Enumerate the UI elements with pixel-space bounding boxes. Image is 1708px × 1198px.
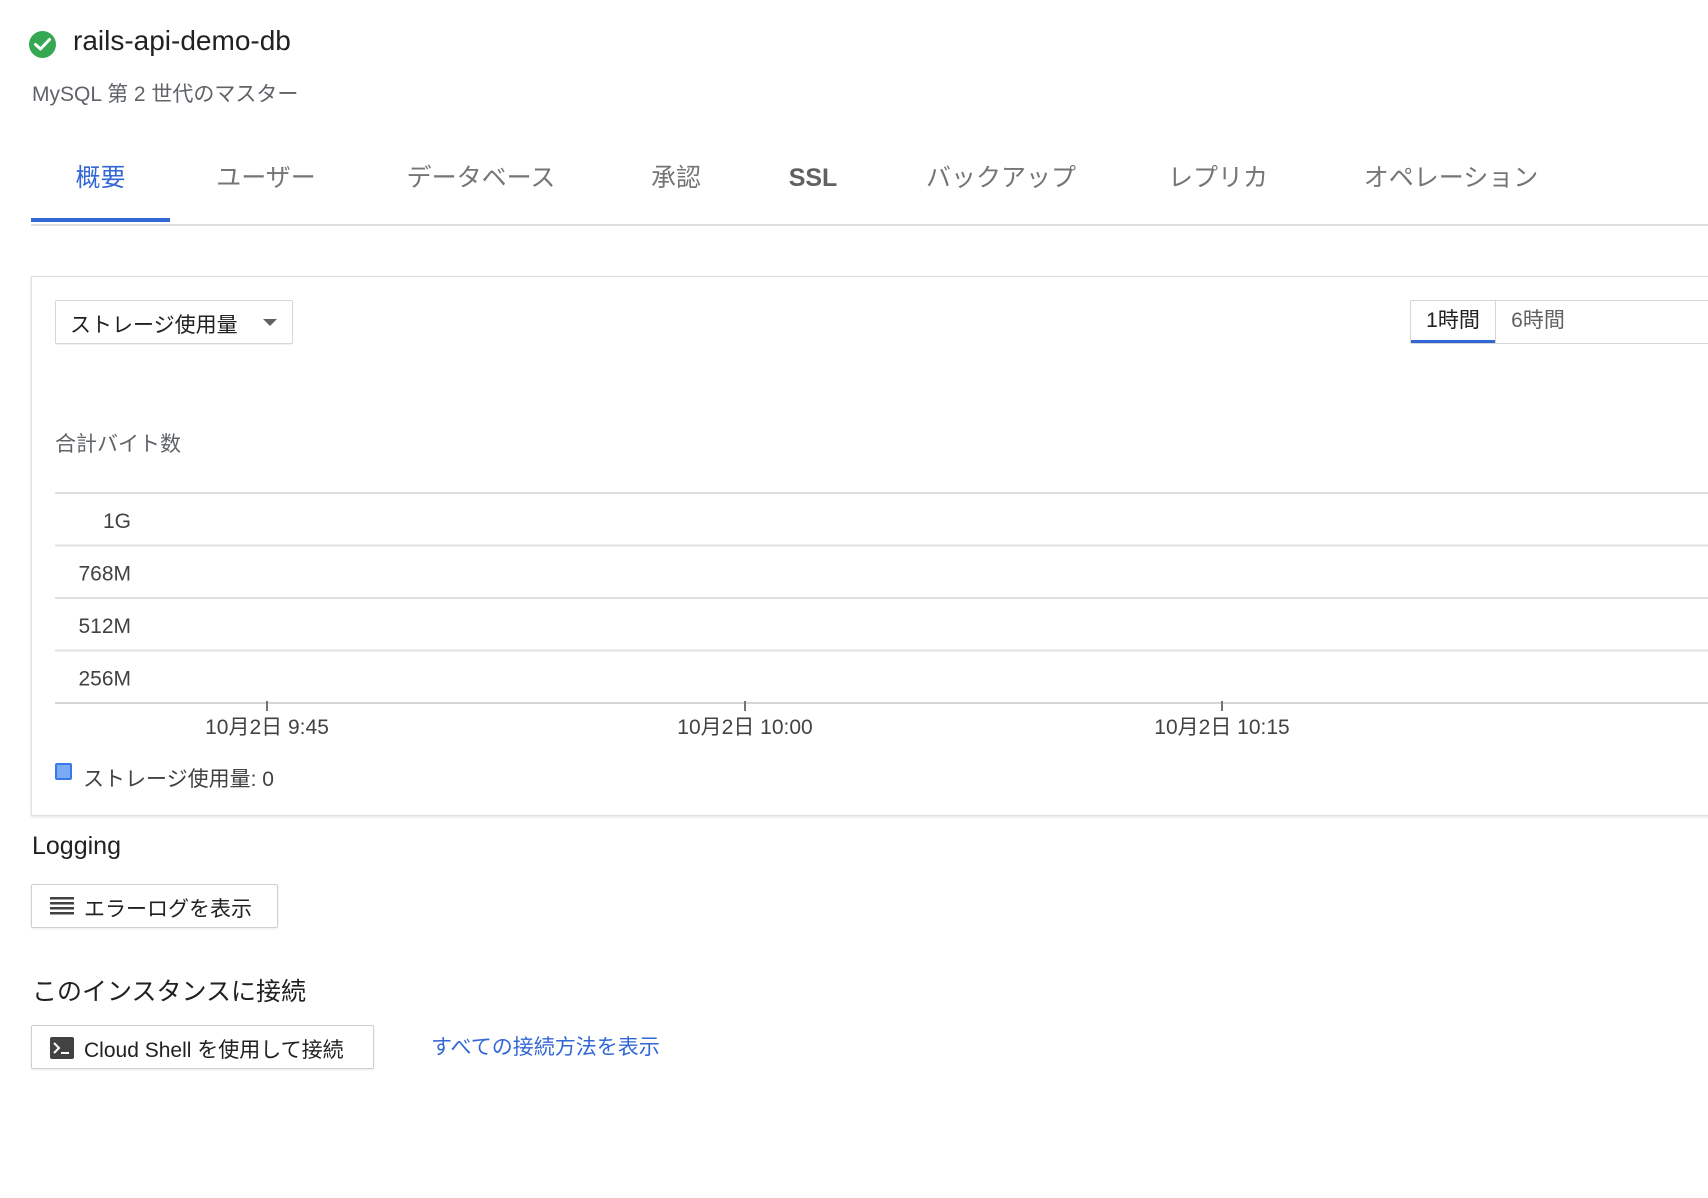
tab-overview[interactable]: 概要 xyxy=(31,140,170,222)
y-tick-label: 256M xyxy=(78,668,131,691)
chevron-down-icon xyxy=(263,319,277,326)
y-tick-label: 1G xyxy=(103,510,131,533)
logging-title: Logging xyxy=(32,832,121,860)
tab-backups[interactable]: バックアップ xyxy=(919,140,1083,222)
terminal-icon xyxy=(50,1037,74,1059)
legend-label: ストレージ使用量: 0 xyxy=(83,768,274,791)
x-tick-label: 10月2日 9:45 xyxy=(205,716,329,739)
y-tick-label: 512M xyxy=(78,615,131,638)
storage-chart: 1G 768M 512M 256M 10月2日 9:45 10月2日 10:00 10月2日… xyxy=(55,492,1708,739)
instance-name: rails-api-demo-db xyxy=(73,25,291,56)
metric-select-label: ストレージ使用量 xyxy=(70,314,238,337)
x-tick-label: 10月2日 10:00 xyxy=(677,716,812,739)
view-error-log-button[interactable]: エラーログを表示 xyxy=(31,884,278,928)
tab-replicas[interactable]: レプリカ xyxy=(1165,140,1271,222)
cloud-shell-connect-label: Cloud Shell を使用して接続 xyxy=(84,1039,344,1062)
range-6h-button[interactable]: 6時間 xyxy=(1496,301,1580,343)
instance-subtitle: MySQL 第 2 世代のマスター xyxy=(32,83,299,106)
y-tick-label: 768M xyxy=(78,563,131,586)
legend-swatch xyxy=(55,763,72,780)
time-range-toggle: 1時間 6時間 xyxy=(1410,300,1708,344)
status-ok-icon xyxy=(29,31,56,58)
cloud-shell-connect-button[interactable]: Cloud Shell を使用して接続 xyxy=(31,1025,374,1069)
list-icon xyxy=(50,897,74,915)
x-tick-label: 10月2日 10:15 xyxy=(1154,716,1289,739)
tab-users[interactable]: ユーザー xyxy=(201,140,331,222)
range-1h-button[interactable]: 1時間 xyxy=(1411,301,1495,343)
tab-authorization[interactable]: 承認 xyxy=(641,140,711,222)
tab-bar: 概要 ユーザー データベース 承認 SSL バックアップ レプリカ オペレーショ… xyxy=(31,140,1708,226)
tab-databases[interactable]: データベース xyxy=(395,140,567,222)
active-tab-indicator xyxy=(31,218,170,222)
all-connection-methods-link[interactable]: すべての接続方法を表示 xyxy=(431,1031,660,1061)
view-error-log-label: エラーログを表示 xyxy=(84,898,252,921)
connect-title: このインスタンスに接続 xyxy=(32,978,307,1006)
metric-select[interactable]: ストレージ使用量 xyxy=(55,300,293,344)
y-axis-title: 合計バイト数 xyxy=(55,433,181,456)
tab-ssl[interactable]: SSL xyxy=(779,140,847,222)
tab-operations[interactable]: オペレーション xyxy=(1356,140,1546,222)
